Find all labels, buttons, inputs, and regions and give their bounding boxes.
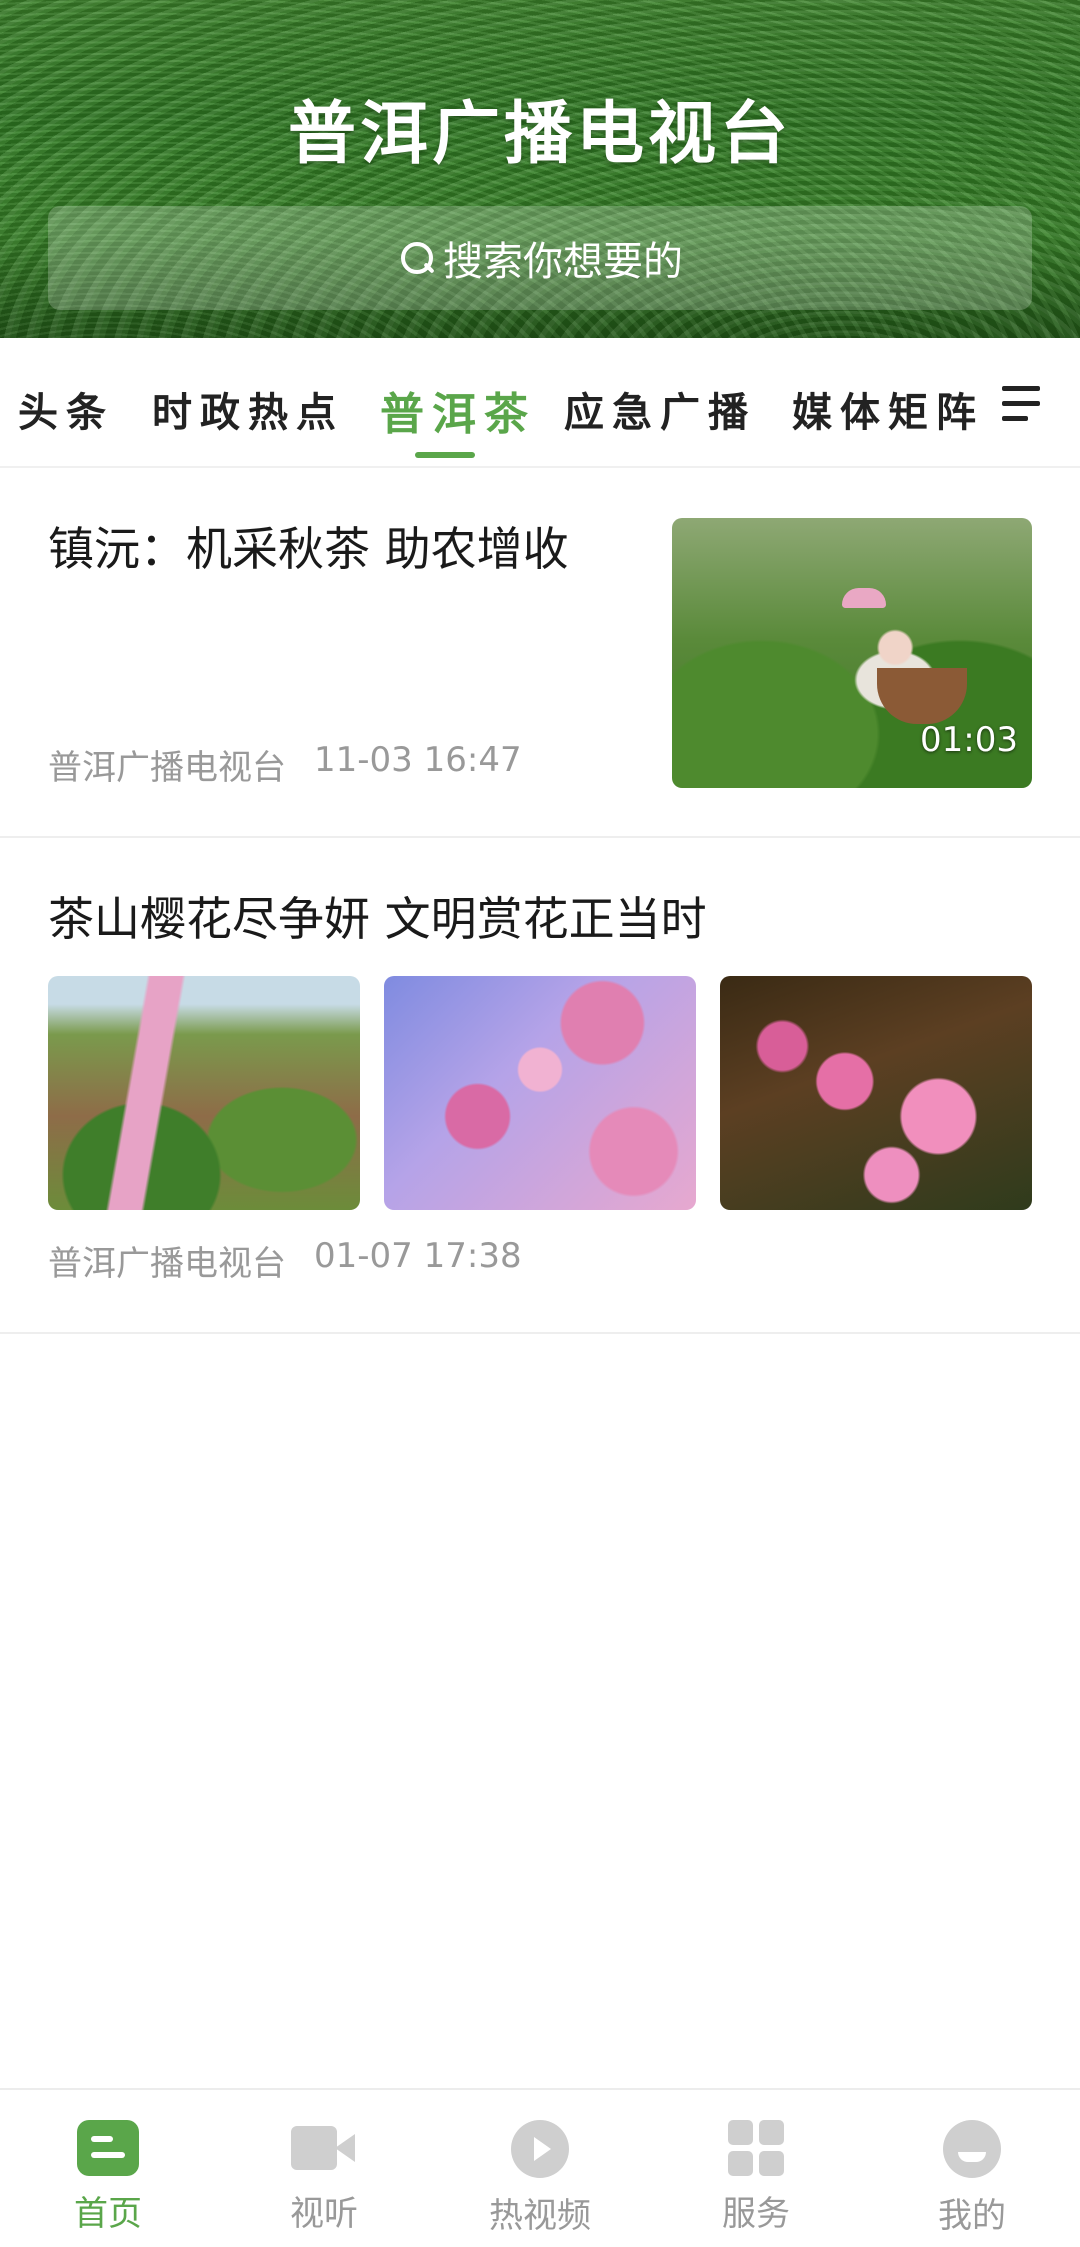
nav-label: 我的	[938, 2196, 1006, 2236]
news-source: 普洱广播电视台	[48, 1244, 286, 1284]
nav-services[interactable]: 服务	[676, 2120, 836, 2235]
tab-puer-tea[interactable]: 普洱茶	[380, 378, 536, 442]
nav-label: 服务	[722, 2194, 790, 2234]
news-item[interactable]: 镇沅：机采秋茶 助农增收 普洱广播电视台 11-03 16:47 01:03	[0, 468, 1080, 838]
cherry-blossom-road-image[interactable]	[48, 976, 360, 1210]
video-camera-icon	[291, 2120, 357, 2176]
tab-media-matrix[interactable]: 媒体矩阵	[792, 380, 984, 438]
news-meta: 普洱广播电视台 11-03 16:47	[48, 740, 522, 789]
search-placeholder: 搜索你想要的	[443, 239, 683, 285]
image-gallery	[48, 976, 1032, 1210]
video-duration: 01:03	[920, 720, 1018, 760]
tab-emergency-broadcast[interactable]: 应急广播	[564, 380, 756, 438]
tab-headlines[interactable]: 头条	[18, 380, 114, 438]
tea-picker-figure	[842, 588, 886, 608]
app-title: 普洱广播电视台	[287, 95, 792, 174]
nav-label: 热视频	[489, 2196, 591, 2236]
nav-audio-video[interactable]: 视听	[244, 2120, 404, 2235]
nav-label: 视听	[290, 2194, 358, 2234]
nav-label: 首页	[74, 2194, 142, 2234]
news-title: 茶山樱花尽争妍 文明赏花正当时	[48, 892, 707, 946]
video-thumbnail[interactable]: 01:03	[672, 518, 1032, 788]
news-item[interactable]: 茶山樱花尽争妍 文明赏花正当时 普洱广播电视台 01-07 17:38	[0, 838, 1080, 1334]
tea-basket	[877, 668, 967, 724]
news-time: 01-07 17:38	[314, 1236, 522, 1276]
tab-politics[interactable]: 时政热点	[152, 380, 344, 438]
nav-hot-videos[interactable]: 热视频	[460, 2120, 620, 2237]
search-icon	[397, 238, 437, 278]
news-title: 镇沅：机采秋茶 助农增收	[48, 522, 569, 576]
cherry-blossom-closeup-image[interactable]	[384, 976, 696, 1210]
search-bar[interactable]: 搜索你想要的	[48, 206, 1032, 310]
nav-profile[interactable]: 我的	[892, 2120, 1052, 2237]
category-tabs: 头条 时政热点 普洱茶 应急广播 媒体矩阵	[0, 338, 1080, 468]
user-icon	[943, 2120, 1001, 2178]
home-icon	[77, 2120, 139, 2176]
cherry-blossom-branch-image[interactable]	[720, 976, 1032, 1210]
news-source: 普洱广播电视台	[48, 748, 286, 788]
news-time: 11-03 16:47	[314, 740, 522, 780]
grid-icon	[728, 2120, 784, 2176]
menu-icon[interactable]	[1002, 386, 1042, 422]
bottom-navigation: 首页 视听 热视频 服务 我的	[0, 2088, 1080, 2247]
news-meta: 普洱广播电视台 01-07 17:38	[48, 1236, 522, 1285]
play-icon	[511, 2120, 569, 2178]
nav-home[interactable]: 首页	[28, 2120, 188, 2235]
active-tab-indicator	[415, 452, 475, 458]
header-banner: 普洱广播电视台 搜索你想要的	[0, 0, 1080, 338]
